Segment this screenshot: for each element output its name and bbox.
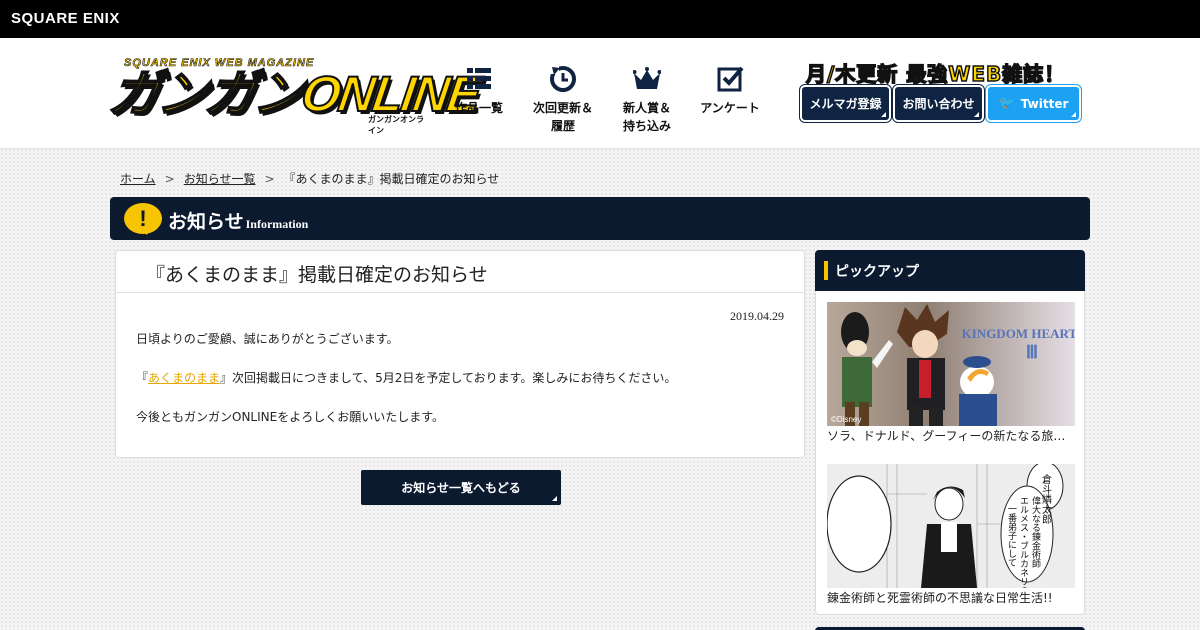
- twitter-button-label: Twitter: [1020, 96, 1069, 111]
- checkbox-icon: [717, 66, 744, 92]
- breadcrumb-separator: >: [164, 172, 175, 186]
- square-enix-bar: SQUARE ENIX: [0, 0, 1200, 38]
- breadcrumb: ホーム > お知らせ一覧 > 『あくまのまま』掲載日確定のお知らせ: [120, 170, 499, 187]
- svg-text:エルメス・ブルカネリの: エルメス・ブルカネリの: [1018, 496, 1029, 588]
- pickup-item-kingdom-hearts[interactable]: KINGDOM HEARTS Ⅲ ©Disney ソラ、ドナルド、グーフィーの新…: [827, 302, 1075, 444]
- kingdom-hearts-banner[interactable]: KINGDOM HEARTS Ⅲ ©Disney: [827, 302, 1075, 426]
- back-to-news-button[interactable]: お知らせ一覧へもどる: [361, 470, 561, 505]
- logo-kana: ガンガンオンライン: [368, 115, 424, 135]
- nav-works-list[interactable]: 作品一覧: [444, 65, 514, 117]
- pickup-list: KINGDOM HEARTS Ⅲ ©Disney ソラ、ドナルド、グーフィーの新…: [815, 291, 1085, 615]
- grid-list-icon: [467, 68, 491, 89]
- section-title-jp: お知らせ: [168, 211, 244, 233]
- twitter-button[interactable]: 🐦 Twitter: [988, 87, 1079, 120]
- breadcrumb-separator: >: [264, 172, 275, 186]
- exclamation-icon: !: [124, 203, 162, 235]
- pickup-item-alchemist[interactable]: 倉斗燐太郎 偉大なる錬金術師 エルメス・ブルカネリの 一番弟子にして 錬金術師と…: [827, 464, 1075, 606]
- nav-next-update[interactable]: 次回更新＆ 履歴: [528, 65, 598, 135]
- pickup-title: ピックアップ: [835, 264, 919, 280]
- article-paragraph-2: 『あくまのまま』次回掲載日につきまして、5月2日を予定しております。楽しみにお待…: [136, 369, 676, 386]
- section-title: お知らせ Information: [168, 207, 308, 234]
- nav-label: 次回更新＆ 履歴: [532, 101, 593, 133]
- article-title: 『あくまのまま』掲載日確定のお知らせ: [146, 264, 488, 286]
- svg-text:偉大なる錬金術師: 偉大なる錬金術師: [1030, 495, 1041, 569]
- article-date: 2019.04.29: [730, 309, 784, 323]
- accent-bar: [824, 261, 828, 280]
- kh-illustration: KINGDOM HEARTS Ⅲ ©Disney: [831, 304, 1075, 426]
- mailmag-button[interactable]: メルマガ登録: [802, 87, 889, 120]
- paragraph-text: 』次回掲載日につきまして、5月2日を予定しております。楽しみにお待ちください。: [220, 371, 677, 385]
- section-title-en: Information: [245, 217, 309, 231]
- nav-label: 作品一覧: [454, 101, 503, 115]
- pickup-caption[interactable]: 錬金術師と死霊術師の不思議な日常生活!!: [827, 589, 1075, 606]
- gangan-online-logo[interactable]: SQUARE ENIX WEB MAGAZINE ガンガンONLINE ガンガン…: [105, 57, 484, 135]
- speech-bubble-1: 倉斗燐太郎: [1040, 473, 1052, 525]
- breadcrumb-home[interactable]: ホーム: [120, 172, 156, 186]
- alchemist-manga-banner[interactable]: 倉斗燐太郎 偉大なる錬金術師 エルメス・ブルカネリの 一番弟子にして: [827, 464, 1075, 588]
- nav-newcomer-award[interactable]: 新人賞＆ 持ち込み: [612, 65, 682, 135]
- contact-button[interactable]: お問い合わせ: [895, 87, 982, 120]
- quote-open: 『: [136, 371, 149, 385]
- square-enix-logo[interactable]: SQUARE ENIX: [11, 10, 120, 27]
- refresh-clock-icon: [550, 65, 576, 92]
- twitter-bird-icon: 🐦: [998, 96, 1015, 111]
- breadcrumb-news-list[interactable]: お知らせ一覧: [184, 172, 256, 186]
- section-header: ! お知らせ Information: [110, 197, 1090, 240]
- manga-illustration: 倉斗燐太郎 偉大なる錬金術師 エルメス・ブルカネリの 一番弟子にして: [827, 464, 1075, 588]
- kh-logo-text: KINGDOM HEARTS: [962, 326, 1075, 341]
- disney-credit: ©Disney: [831, 415, 861, 424]
- site-header: SQUARE ENIX WEB MAGAZINE ガンガンONLINE ガンガン…: [0, 38, 1200, 149]
- crown-icon: [633, 67, 661, 89]
- article-card: 『あくまのまま』掲載日確定のお知らせ 2019.04.29 日頃よりのご愛顧、誠…: [115, 250, 805, 458]
- nav-label: 新人賞＆ 持ち込み: [622, 101, 671, 133]
- breadcrumb-current: 『あくまのまま』掲載日確定のお知らせ: [283, 172, 500, 186]
- nav-survey[interactable]: アンケート: [695, 65, 765, 117]
- svg-text:Ⅲ: Ⅲ: [1026, 342, 1038, 362]
- nav-label: アンケート: [700, 101, 760, 115]
- svg-text:一番弟子にして: 一番弟子にして: [1006, 504, 1017, 567]
- article-paragraph-3: 今後ともガンガンONLINEをよろしくお願いいたします。: [136, 410, 445, 424]
- logo-main-text: ガンガンONLINE: [105, 65, 484, 123]
- article-paragraph-1: 日頃よりのご愛顧、誠にありがとうございます。: [136, 332, 399, 346]
- pickup-header: ピックアップ: [815, 250, 1085, 291]
- pickup-caption[interactable]: ソラ、ドナルド、グーフィーの新たなる旅…: [827, 427, 1075, 444]
- series-link[interactable]: あくまのまま: [148, 371, 220, 385]
- header-tagline: 月/木更新 最強WEB雑誌！: [805, 61, 1066, 87]
- divider: [116, 292, 804, 293]
